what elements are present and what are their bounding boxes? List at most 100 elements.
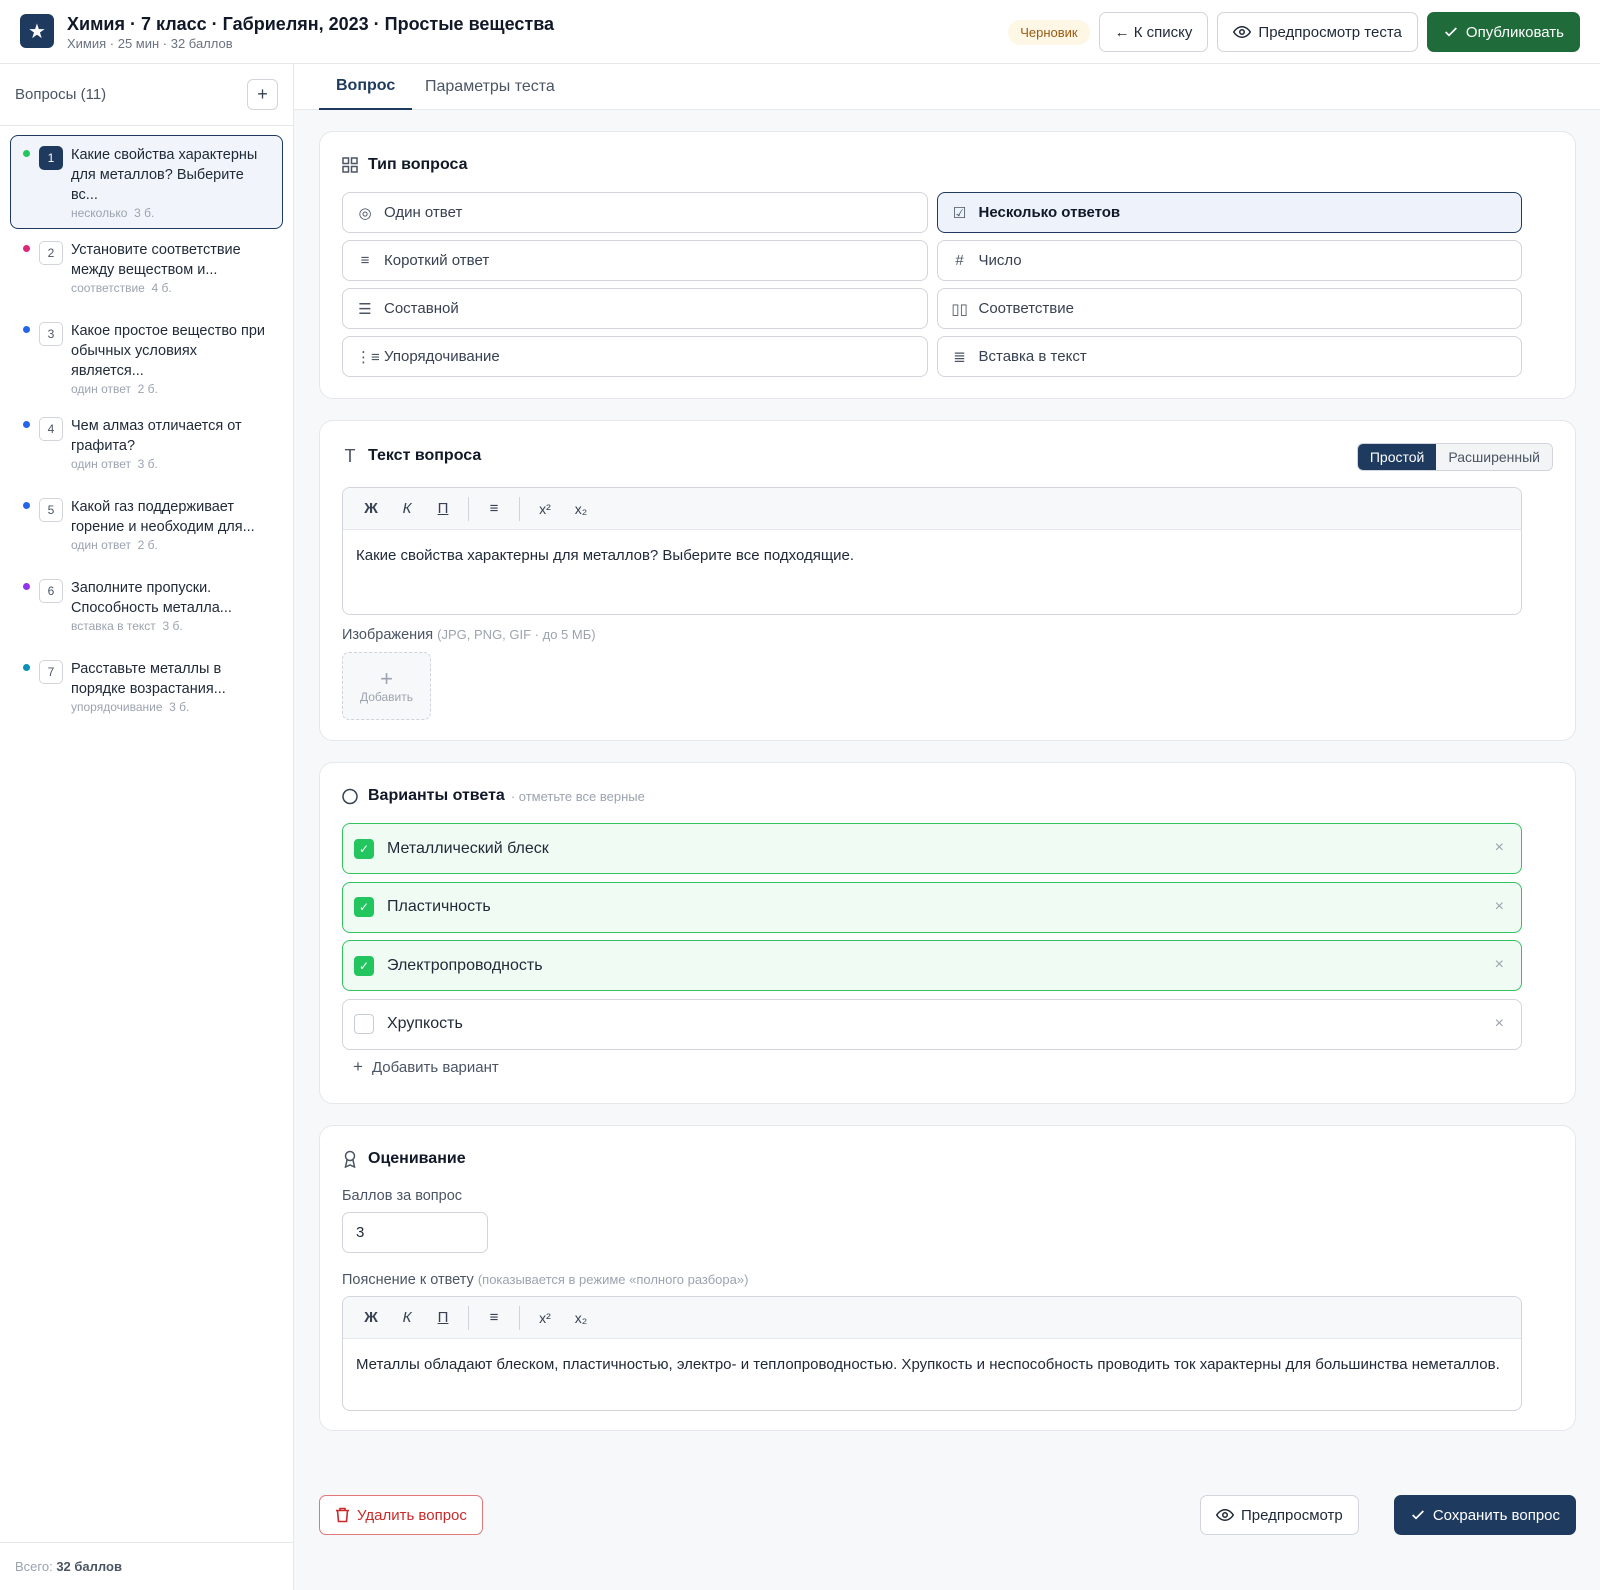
answer-option-text[interactable]: Электропроводность	[387, 957, 543, 975]
italic-button[interactable]: К	[391, 1304, 423, 1332]
tab-test-settings[interactable]: Параметры теста	[425, 64, 555, 110]
type-option-fill-in-text[interactable]: ≣ Вставка в текст	[936, 336, 1522, 377]
explanation-label: Пояснение к ответу (показывается в режим…	[342, 1272, 748, 1288]
top-header: ★ Химия · 7 класс · Габриелян, 2023 · Пр…	[0, 0, 1600, 64]
correct-checkbox[interactable]: ✓	[354, 838, 374, 859]
italic-button[interactable]: К	[391, 495, 423, 523]
superscript-button[interactable]: x²	[529, 495, 561, 523]
bold-button[interactable]: Ж	[355, 495, 387, 523]
question-points: 3 б.	[169, 700, 190, 714]
correct-checkbox[interactable]: ✓	[354, 897, 374, 917]
plus-icon: +	[380, 666, 393, 691]
answers-hint: · отметьте все верные	[510, 788, 645, 804]
explanation-hint: (показывается в режиме «полного разбора»…	[477, 1272, 749, 1287]
type-option-ordering[interactable]: ⋮≡ Упорядочивание	[342, 336, 928, 377]
superscript-button[interactable]: x²	[529, 1304, 561, 1332]
save-question-label: Сохранить вопрос	[1432, 1506, 1560, 1524]
question-list-item[interactable]: 2 Установите соответствие между веществом…	[10, 230, 283, 310]
question-number: 1	[39, 146, 63, 170]
tab-question[interactable]: Вопрос	[319, 64, 413, 110]
delete-question-button[interactable]: Удалить вопрос	[319, 1495, 483, 1535]
answer-option-text[interactable]: Металлический блеск	[387, 840, 549, 858]
type-option-multiple-answers[interactable]: ☑ Несколько ответов	[936, 192, 1522, 233]
back-to-list-label: ← К списку	[1114, 23, 1193, 41]
type-option-short-answer[interactable]: ≡ Короткий ответ	[342, 240, 928, 281]
bold-button[interactable]: Ж	[355, 1304, 387, 1332]
answer-option-text[interactable]: Пластичность	[387, 898, 491, 916]
question-status-dot	[23, 583, 30, 590]
total-prefix: Всего:	[15, 1559, 53, 1574]
title-block: Химия · 7 класс · Габриелян, 2023 · Прос…	[67, 13, 554, 53]
question-type-label: один ответ	[71, 382, 131, 396]
mode-advanced-button[interactable]: Расширенный	[1436, 444, 1552, 470]
type-option-matching[interactable]: ▯▯ Соответствие	[936, 288, 1522, 329]
remove-option-icon[interactable]: ×	[1495, 1015, 1504, 1033]
grading-heading: Оценивание	[342, 1150, 466, 1168]
header-actions: Черновик ← К списку Предпросмотр теста О…	[1008, 12, 1580, 52]
type-option-single-answer[interactable]: ◎ Один ответ	[342, 192, 928, 233]
remove-option-icon[interactable]: ×	[1495, 956, 1504, 974]
correct-checkbox[interactable]: ✓	[354, 955, 374, 976]
question-meta: один ответ 2 б.	[71, 538, 272, 552]
check-icon	[1411, 1510, 1424, 1520]
question-list-item[interactable]: 4 Чем алмаз отличается от графита? один от…	[10, 406, 283, 486]
toolbar-divider	[519, 1305, 520, 1330]
type-option-label: Соответствие	[978, 300, 1074, 317]
question-points: 2 б.	[137, 382, 158, 396]
add-option-label: Добавить вариант	[371, 1058, 499, 1076]
delete-question-label: Удалить вопрос	[357, 1506, 467, 1524]
answer-option-text[interactable]: Хрупкость	[387, 1015, 463, 1033]
question-preview-text: Какой газ поддерживает горение и необход…	[71, 499, 255, 535]
question-status-dot	[23, 326, 30, 333]
list-button[interactable]: ≡	[478, 495, 510, 523]
question-list-item[interactable]: 1 Какие свойства характерны для металлов?…	[10, 135, 283, 229]
question-list-item[interactable]: 5 Какой газ поддерживает горение и необхо…	[10, 487, 283, 567]
question-list-item[interactable]: 6 Заполните пропуски. Способность металла…	[10, 568, 283, 648]
eye-icon	[1216, 1508, 1234, 1522]
question-list-item[interactable]: 3 Какое простое вещество при обычных усло…	[10, 311, 283, 405]
remove-option-icon[interactable]: ×	[1495, 898, 1504, 916]
type-option-composite[interactable]: ☰ Составной	[342, 288, 928, 329]
question-text-body[interactable]: Какие свойства характерны для металлов? …	[343, 530, 1521, 581]
publish-button[interactable]: Опубликовать	[1426, 12, 1580, 52]
question-status-dot	[23, 502, 30, 509]
preview-test-button[interactable]: Предпросмотр теста	[1217, 12, 1418, 52]
type-option-label: Вставка в текст	[978, 348, 1087, 365]
question-type-grid: ◎ Один ответ ☑ Несколько ответов ≡ Короткий о…	[342, 192, 1522, 377]
add-option-button[interactable]: + Добавить вариант	[353, 1057, 499, 1077]
subscript-button[interactable]: x₂	[565, 495, 597, 523]
remove-option-icon[interactable]: ×	[1495, 839, 1504, 857]
preview-button[interactable]: Предпросмотр	[1200, 1495, 1359, 1535]
question-type-card: Тип вопроса ◎ Один ответ ☑ Несколько ответо…	[319, 131, 1576, 399]
points-input[interactable]: 3	[342, 1212, 488, 1253]
save-question-button[interactable]: Сохранить вопрос	[1393, 1495, 1576, 1535]
mode-simple-button[interactable]: Простой	[1357, 444, 1437, 470]
answers-title: Варианты ответа	[368, 787, 505, 804]
question-number: 5	[39, 498, 63, 522]
type-option-number[interactable]: # Число	[936, 240, 1522, 281]
images-label: Изображения (JPG, PNG, GIF · до 5 МБ)	[342, 627, 596, 643]
explanation-toolbar: Ж К П ≡ x² x₂	[343, 1297, 1521, 1339]
underline-button[interactable]: П	[427, 495, 459, 523]
question-points: 2 б.	[137, 538, 158, 552]
explanation-editor: Ж К П ≡ x² x₂ Металлы обладают блеском, …	[342, 1296, 1522, 1411]
underline-button[interactable]: П	[427, 1304, 459, 1332]
question-status-dot	[23, 245, 30, 252]
question-list: 1 Какие свойства характерны для металлов?…	[0, 126, 293, 739]
grading-title: Оценивание	[368, 1150, 466, 1167]
question-preview-text: Какое простое вещество при обычных услов…	[71, 323, 266, 379]
back-to-list-button[interactable]: ← К списку	[1098, 12, 1209, 52]
list-button[interactable]: ≡	[478, 1304, 510, 1332]
question-points: 4 б.	[151, 281, 172, 295]
subscript-button[interactable]: x₂	[565, 1304, 597, 1332]
question-preview-text: Чем алмаз отличается от графита?	[71, 418, 242, 454]
explanation-body[interactable]: Металлы обладают блеском, пластичностью,…	[343, 1339, 1521, 1390]
radio-circle-icon	[342, 788, 358, 804]
question-number: 2	[39, 241, 63, 265]
question-points: 3 б.	[134, 206, 155, 220]
question-list-item[interactable]: 7 Расставьте металлы в порядке возрастани…	[10, 649, 283, 729]
add-question-button[interactable]: +	[247, 79, 278, 110]
add-image-button[interactable]: + Добавить	[342, 652, 431, 720]
question-type-title: Тип вопроса	[368, 156, 468, 173]
correct-checkbox[interactable]	[354, 1014, 374, 1034]
